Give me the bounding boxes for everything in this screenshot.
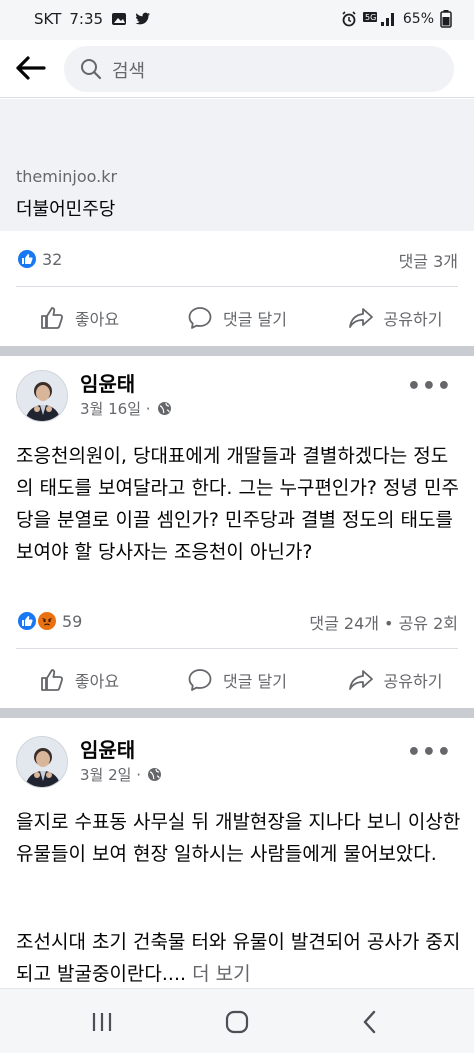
like-label: 좋아요 bbox=[74, 310, 120, 329]
post-separator bbox=[0, 346, 474, 356]
share-arrow-icon bbox=[348, 670, 373, 690]
globe-icon bbox=[148, 768, 161, 781]
chevron-left-icon bbox=[363, 1010, 376, 1034]
post-text: 조응천의원이, 당대표에게 개딸들과 결별하겠다는 정도의 태도를 보여달라고 … bbox=[16, 445, 459, 563]
gallery-icon bbox=[112, 13, 127, 25]
back-button[interactable] bbox=[14, 52, 50, 84]
like-button[interactable]: 좋아요 bbox=[0, 292, 158, 344]
battery-icon bbox=[440, 10, 452, 28]
avatar[interactable] bbox=[16, 736, 68, 788]
like-reaction-icon bbox=[16, 248, 38, 270]
comment-button[interactable]: 댓글 달기 bbox=[158, 654, 316, 706]
status-bar: SKT 7:35 5G 65% bbox=[0, 0, 474, 40]
link-title: 더불어민주당 bbox=[16, 199, 116, 220]
alarm-icon bbox=[342, 11, 356, 27]
link-preview[interactable]: theminjoo.kr 더불어민주당 bbox=[0, 155, 474, 231]
more-dots-icon[interactable]: ••• bbox=[407, 374, 452, 399]
speech-bubble-icon bbox=[188, 307, 212, 329]
like-label: 좋아요 bbox=[74, 672, 120, 691]
speech-bubble-icon bbox=[188, 669, 212, 691]
reaction-summary[interactable]: 59 댓글 24개 • 공유 2회 bbox=[0, 596, 474, 646]
post-date[interactable]: 3월 2일 · bbox=[80, 764, 141, 785]
reaction-summary[interactable]: 32 댓글 3개 bbox=[0, 234, 474, 284]
share-arrow-icon bbox=[348, 308, 373, 328]
comment-button[interactable]: 댓글 달기 bbox=[158, 292, 316, 344]
divider bbox=[16, 286, 458, 287]
post-text-paragraph-1: 을지로 수표동 사무실 뒤 개발현장을 지나다 보니 이상한 유물들이 보여 현… bbox=[16, 811, 461, 865]
comment-share-count[interactable]: 댓글 24개 • 공유 2회 bbox=[309, 610, 458, 634]
svg-text:5G: 5G bbox=[365, 13, 376, 22]
search-placeholder: 검색 bbox=[112, 61, 146, 82]
like-button[interactable]: 좋아요 bbox=[0, 654, 158, 706]
post-date[interactable]: 3월 16일 · bbox=[80, 398, 151, 419]
post-header: 임윤태 3월 2일 · ••• bbox=[0, 728, 474, 798]
globe-icon bbox=[157, 402, 171, 415]
arrow-left-icon bbox=[16, 56, 46, 80]
reaction-count: 32 bbox=[42, 249, 63, 269]
avatar[interactable] bbox=[16, 370, 68, 422]
battery-percent: 65% bbox=[402, 11, 434, 27]
share-label: 공유하기 bbox=[383, 672, 443, 691]
home-icon bbox=[225, 1010, 249, 1034]
author-name[interactable]: 임윤태 bbox=[80, 734, 135, 763]
link-preview-image[interactable] bbox=[0, 99, 474, 155]
post-text-paragraph-2: 조선시대 초기 건축물 터와 유물이 발견되어 공사가 중지되고 발굴중이란다.… bbox=[16, 926, 462, 990]
post-actions: 좋아요 댓글 달기 공유하기 bbox=[0, 292, 474, 344]
recent-apps-icon bbox=[92, 1013, 112, 1031]
like-reaction-icon bbox=[16, 610, 38, 632]
back-nav-button[interactable] bbox=[350, 1007, 390, 1037]
thumbs-up-icon bbox=[41, 669, 63, 691]
thumbs-up-icon bbox=[41, 307, 63, 329]
search-input[interactable]: 검색 bbox=[64, 46, 454, 92]
comment-label: 댓글 달기 bbox=[223, 310, 287, 329]
post-separator bbox=[0, 708, 474, 718]
link-domain: theminjoo.kr bbox=[16, 167, 118, 186]
clock: 7:35 bbox=[69, 10, 104, 28]
divider bbox=[16, 648, 458, 649]
share-button[interactable]: 공유하기 bbox=[316, 654, 474, 706]
post-header: 임윤태 3월 16일 · ••• bbox=[0, 362, 474, 432]
see-more-link[interactable]: 더 보기 bbox=[192, 963, 250, 985]
author-name[interactable]: 임윤태 bbox=[80, 368, 135, 397]
recent-apps-button[interactable] bbox=[82, 1007, 122, 1037]
top-bar: 검색 bbox=[0, 40, 474, 98]
twitter-icon bbox=[135, 12, 151, 25]
share-button[interactable]: 공유하기 bbox=[316, 292, 474, 344]
carrier-label: SKT bbox=[34, 10, 62, 28]
home-button[interactable] bbox=[217, 1007, 257, 1037]
more-dots-icon[interactable]: ••• bbox=[407, 740, 452, 765]
reaction-count: 59 bbox=[62, 611, 83, 631]
comment-label: 댓글 달기 bbox=[223, 672, 287, 691]
share-label: 공유하기 bbox=[383, 310, 443, 329]
system-navigation-bar bbox=[0, 988, 474, 1053]
angry-reaction-icon bbox=[36, 610, 58, 632]
post-actions: 좋아요 댓글 달기 공유하기 bbox=[0, 654, 474, 706]
comment-count[interactable]: 댓글 3개 bbox=[399, 248, 458, 272]
5g-signal-icon: 5G bbox=[362, 12, 394, 26]
magnifier-icon bbox=[81, 59, 102, 80]
